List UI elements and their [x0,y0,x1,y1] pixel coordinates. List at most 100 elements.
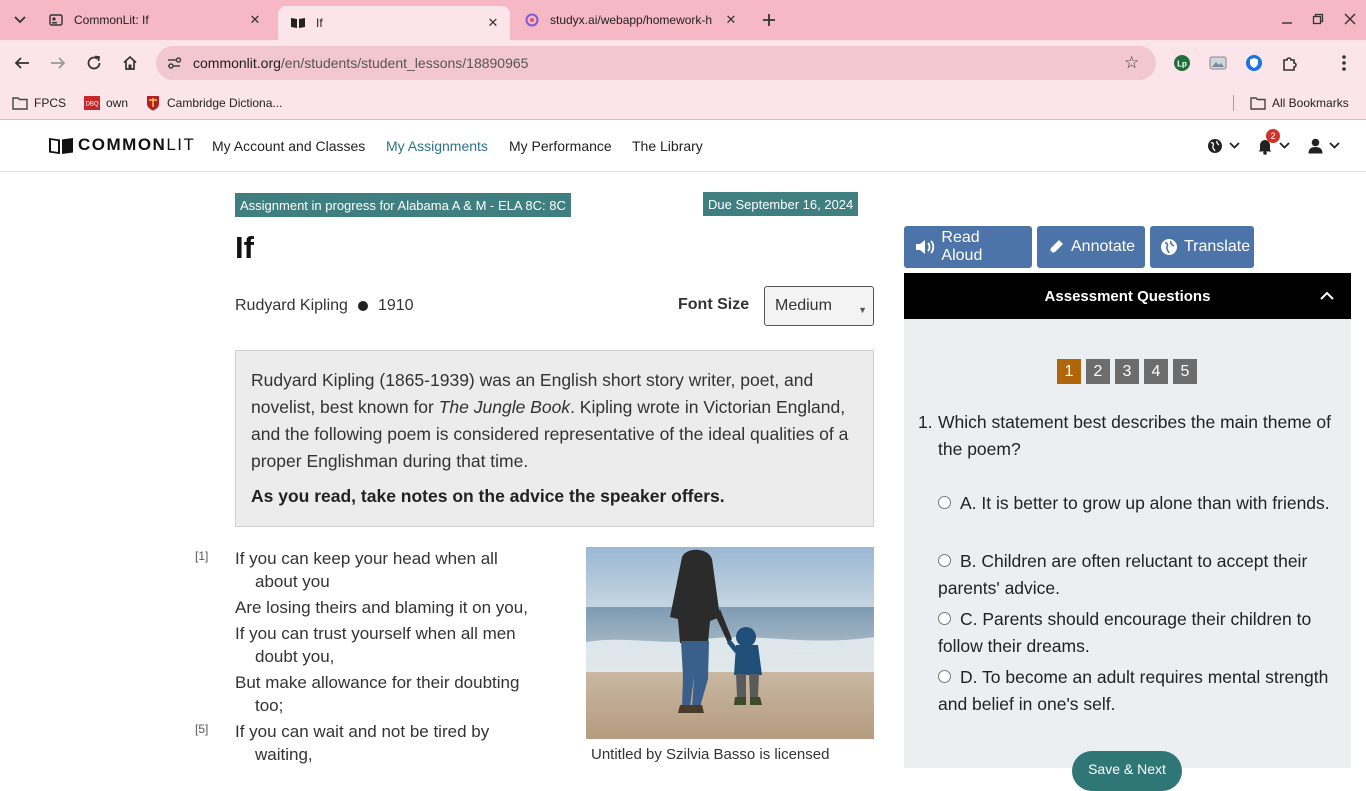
question-nav-5[interactable]: 5 [1173,359,1197,384]
poem-line[interactable]: Are losing theirs and blaming it on you, [235,596,565,619]
dropdown-arrow-icon: ▼ [858,305,867,315]
answer-option-label: B. Children are often reluctant to accep… [938,551,1308,598]
font-size-label: Font Size [678,296,750,313]
answer-option-b[interactable]: B. Children are often reluctant to accep… [918,548,1343,602]
assessment-header-title: Assessment Questions [1044,287,1211,305]
radio-button[interactable] [938,554,951,567]
question-nav-4[interactable]: 4 [1144,359,1168,384]
question-navigation: 1 2 3 4 5 [1057,359,1197,384]
nav-my-account[interactable]: My Account and Classes [212,138,365,154]
bookmark-fpcs[interactable]: FPCS [12,92,66,114]
question-nav-3[interactable]: 3 [1115,359,1139,384]
translate-label: Translate [1184,238,1251,255]
book-title-italic: The Jungle Book [438,397,571,417]
poem-line[interactable]: But make allowance for their doubting too… [235,671,565,717]
bookmark-star-icon[interactable]: ☆ [1124,54,1142,72]
due-date-badge: Due September 16, 2024 [703,192,859,216]
extension-lp-icon[interactable]: Lp [1172,53,1192,73]
read-aloud-button[interactable]: Read Aloud [904,226,1032,268]
extensions-puzzle-icon[interactable] [1280,53,1300,73]
font-size-select[interactable]: Medium ▼ [764,286,874,326]
plus-icon [763,14,775,26]
back-button[interactable] [8,49,36,77]
answer-option-label: D. To become an adult requires mental st… [938,667,1329,714]
image-caption: Untitled by Szilvia Basso is licensed [591,746,830,763]
browser-tab-studyx[interactable]: studyx.ai/webapp/homework-h ✕ [512,6,748,34]
radio-button[interactable] [938,670,951,683]
home-button[interactable] [116,49,144,77]
line-number: [1] [195,549,209,563]
translate-button[interactable]: Translate [1150,226,1254,268]
extension-shield-icon[interactable] [1244,53,1264,73]
book-logo-icon [49,138,73,154]
address-bar[interactable]: commonlit.org/en/students/student_lesson… [156,46,1156,80]
answer-option-label: A. It is better to grow up alone than wi… [960,493,1330,513]
language-menu[interactable] [1207,135,1240,157]
chevron-down-icon [1329,141,1340,152]
answer-option-c[interactable]: C. Parents should encourage their childr… [918,606,1343,660]
url-domain: commonlit.org [193,55,281,71]
nav-the-library[interactable]: The Library [632,138,703,154]
assignment-status-badge: Assignment in progress for Alabama A & M… [235,193,571,217]
browser-tab-commonlit[interactable]: CommonLit: If ✕ [36,6,272,34]
save-next-label: Save & Next [1088,761,1166,777]
bullet-dot [357,301,368,311]
answer-option-label: C. Parents should encourage their childr… [938,609,1312,656]
restore-button[interactable] [1302,6,1334,32]
bookmarks-bar: FPCS DBQ own Cambridge Dictiona... All B… [0,86,1366,120]
bookmark-label: own [106,96,129,110]
browser-menu-icon[interactable] [1334,53,1354,73]
forward-button[interactable] [44,49,72,77]
bookmark-cambridge[interactable]: Cambridge Dictiona... [145,92,282,114]
dbq-icon: DBQ [84,95,100,111]
user-menu[interactable] [1308,135,1340,157]
minimize-icon [1282,22,1292,24]
notifications-menu[interactable]: 2 [1257,129,1290,157]
bookmark-label: FPCS [34,96,67,110]
all-bookmarks-label: All Bookmarks [1272,96,1349,110]
save-and-next-button[interactable]: Save & Next [1072,751,1182,791]
nav-my-performance[interactable]: My Performance [509,138,612,154]
site-info-icon[interactable] [165,54,183,72]
poem-line[interactable]: [5] If you can wait and not be tired by w… [195,720,565,766]
assessment-questions-header[interactable]: Assessment Questions [904,273,1351,319]
font-size-value: Medium [775,297,832,314]
poem-line[interactable]: If you can trust yourself when all men do… [235,622,565,668]
author-name: Rudyard Kipling [235,297,348,314]
extension-image-icon[interactable] [1208,53,1228,73]
question-nav-1[interactable]: 1 [1057,359,1081,384]
assessment-panel: 1 2 3 4 5 1. Which statement best descri… [904,319,1351,791]
tab-search-button[interactable] [8,8,32,32]
annotate-label: Annotate [1071,238,1136,255]
browser-toolbar: commonlit.org/en/students/student_lesson… [0,40,1366,86]
close-icon[interactable]: ✕ [246,11,264,29]
close-window-button[interactable] [1334,6,1366,32]
nav-my-assignments[interactable]: My Assignments [386,138,488,154]
annotate-button[interactable]: Annotate [1037,226,1145,268]
all-bookmarks[interactable]: All Bookmarks [1250,92,1349,114]
bookmark-own[interactable]: DBQ own [84,92,128,114]
intro-paragraph: Rudyard Kipling (1865-1939) was an Engli… [251,370,849,471]
commonlit-favicon-icon [48,12,64,28]
new-tab-button[interactable] [757,8,781,32]
chevron-up-icon[interactable] [1319,288,1335,304]
answer-option-d[interactable]: D. To become an adult requires mental st… [918,664,1343,718]
browser-tabstrip: CommonLit: If ✕ If ✕ studyx.ai/webapp/ho… [0,0,1366,40]
globe-icon [1208,139,1222,153]
browser-tab-if[interactable]: If ✕ [278,6,510,40]
read-aloud-label: Read Aloud [941,229,983,264]
close-icon[interactable]: ✕ [722,11,740,29]
answer-option-a[interactable]: A. It is better to grow up alone than wi… [918,490,1343,517]
radio-button[interactable] [938,612,951,625]
text-title: If [235,230,254,265]
commonlit-logo[interactable]: COMMONLIT [48,135,195,155]
radio-button[interactable] [938,496,951,509]
reload-button[interactable] [80,49,108,77]
close-icon[interactable]: ✕ [484,14,502,32]
poem-line[interactable]: [1] If you can keep your head when all ab… [195,547,565,593]
question-nav-2[interactable]: 2 [1086,359,1110,384]
book-favicon-icon [290,15,306,31]
poem-text: [1] If you can keep your head when all ab… [195,547,565,769]
minimize-button[interactable] [1271,6,1303,32]
question-prompt: 1. Which statement best describes the ma… [918,409,1343,463]
